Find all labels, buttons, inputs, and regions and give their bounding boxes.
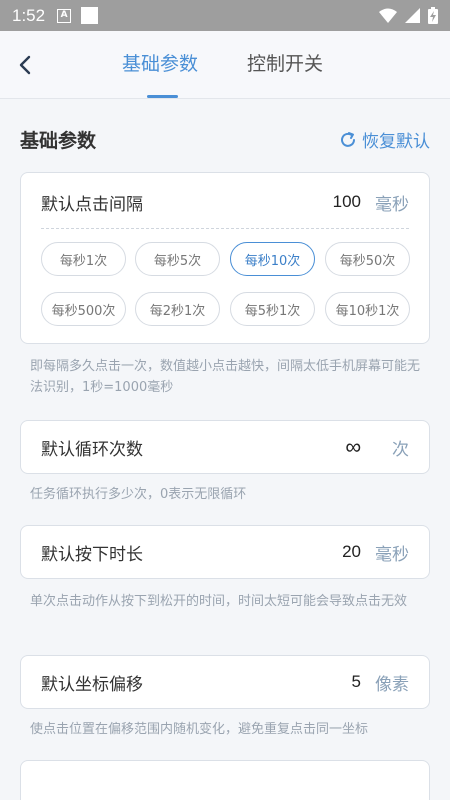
preset-chip[interactable]: 每秒1次: [41, 242, 126, 276]
offset-unit: 像素: [375, 674, 409, 695]
interval-unit: 毫秒: [375, 194, 409, 215]
offset-card[interactable]: 默认坐标偏移 5 像素: [20, 655, 430, 709]
restore-default-button[interactable]: 恢复默认: [339, 127, 430, 152]
loop-card[interactable]: 默认循环次数 ∞ 次: [20, 420, 430, 474]
interval-description: 即每隔多久点击一次，数值越小点击越快，间隔太低手机屏幕可能无法识别，1秒=100…: [30, 359, 421, 395]
divider: [41, 228, 409, 229]
interval-card: 默认点击间隔 100 毫秒 每秒1次 每秒5次 每秒10次 每秒50次 每秒50…: [20, 172, 430, 344]
section-title: 基础参数: [20, 130, 97, 152]
refresh-icon: [341, 131, 355, 147]
app-bar: 基础参数 控制开关: [0, 31, 450, 99]
preset-chip[interactable]: 每秒50次: [325, 242, 410, 276]
status-time: 1:52: [12, 5, 46, 25]
press-unit: 毫秒: [375, 544, 409, 565]
preset-chip[interactable]: 每秒5次: [135, 242, 220, 276]
interval-label: 默认点击间隔: [41, 194, 143, 215]
notification-a-icon: A: [57, 8, 72, 23]
interval-row[interactable]: 默认点击间隔 100 毫秒: [21, 188, 429, 216]
preset-chip[interactable]: 每秒500次: [41, 292, 126, 326]
press-description: 单次点击动作从按下到松开的时间，时间太短可能会导致点击无效: [30, 594, 408, 609]
offset-description: 使点击位置在偏移范围内随机变化，避免重复点击同一坐标: [30, 722, 369, 737]
tab-indicator: [147, 95, 178, 98]
loop-label: 默认循环次数: [41, 439, 143, 460]
notification-square-icon: [81, 7, 99, 24]
restore-default-label: 恢复默认: [362, 132, 430, 152]
loop-description: 任务循环执行多少次，0表示无限循环: [30, 487, 247, 502]
loop-value[interactable]: ∞: [345, 434, 361, 460]
loop-unit: 次: [392, 439, 409, 460]
next-card-partial[interactable]: [20, 760, 430, 800]
preset-chip-selected[interactable]: 每秒10次: [230, 242, 315, 276]
battery-icon: [428, 7, 438, 24]
tab-basic-params[interactable]: 基础参数: [122, 49, 198, 76]
press-card[interactable]: 默认按下时长 20 毫秒: [20, 525, 430, 579]
press-label: 默认按下时长: [41, 544, 143, 565]
offset-label: 默认坐标偏移: [41, 674, 143, 695]
preset-chip[interactable]: 每5秒1次: [230, 292, 315, 326]
signal-icon: [405, 8, 420, 23]
preset-chip[interactable]: 每2秒1次: [135, 292, 220, 326]
tab-control-switch[interactable]: 控制开关: [247, 49, 323, 76]
press-value[interactable]: 20: [342, 542, 361, 562]
wifi-icon: [379, 8, 397, 23]
interval-value[interactable]: 100: [333, 192, 361, 212]
offset-value[interactable]: 5: [352, 672, 361, 692]
status-bar: 1:52 A: [0, 0, 450, 31]
back-arrow-icon[interactable]: [14, 51, 38, 79]
preset-chip[interactable]: 每10秒1次: [325, 292, 410, 326]
